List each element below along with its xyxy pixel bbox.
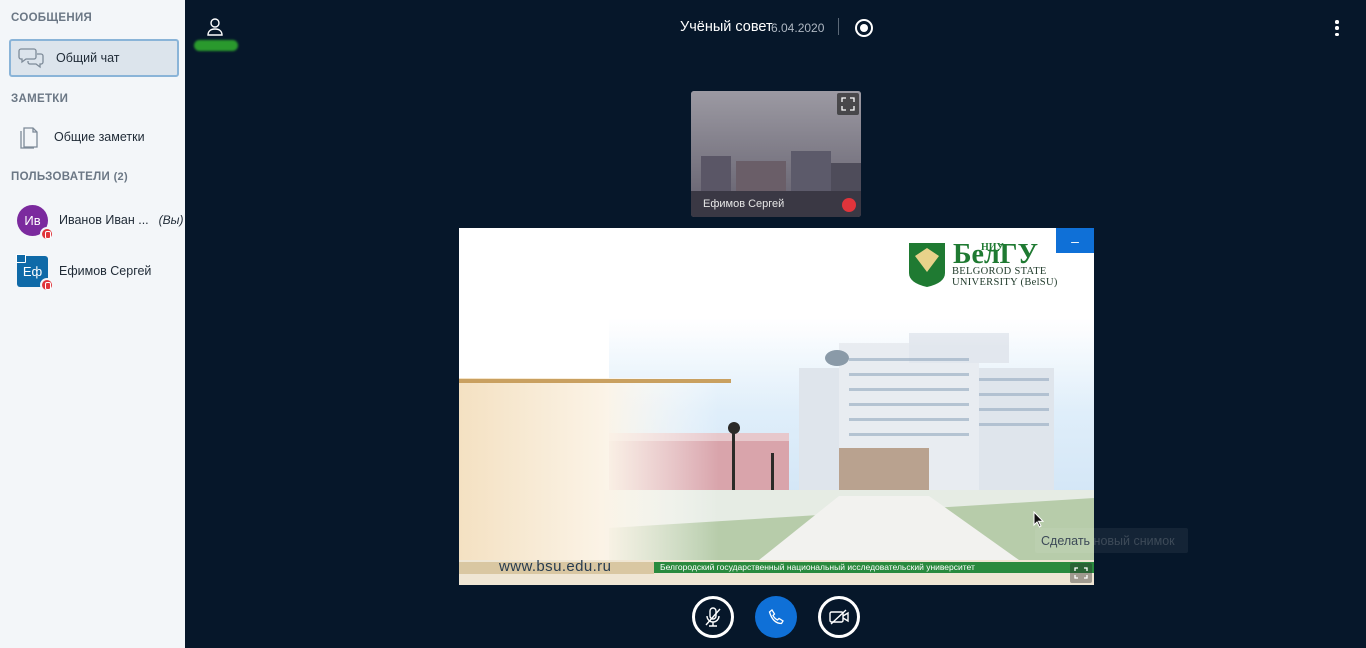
phone-icon	[768, 609, 784, 625]
presentation-slide[interactable]: БелГУ НИУ BELGOROD STATE UNIVERSITY (Bel…	[459, 228, 1094, 585]
users-title-text: ПОЛЬЗОВАТЕЛИ	[11, 171, 111, 183]
title-divider	[838, 18, 839, 35]
muted-mic-icon	[40, 226, 54, 241]
webcam-user-name: Ефимов Сергей	[703, 198, 785, 210]
mute-button[interactable]	[692, 596, 734, 638]
logo-subtitle-line1: BELGOROD STATE	[952, 266, 1047, 277]
snapshot-tooltip: Сделать новый снимок	[1035, 528, 1188, 553]
avatar: Ив	[17, 204, 54, 241]
user-name: Иванов Иван ...	[59, 213, 149, 227]
user-name: Ефимов Сергей	[59, 264, 152, 278]
sidebar: СООБЩЕНИЯ Общий чат ЗАМЕТКИ Общие заметк…	[0, 0, 185, 648]
muted-mic-icon	[842, 198, 856, 212]
meeting-date: 6.04.2020	[771, 21, 825, 35]
avatar-initials: Еф	[22, 263, 43, 279]
notes-section-title: ЗАМЕТКИ	[11, 93, 69, 105]
presenter-icon	[16, 253, 26, 263]
public-chat-label: Общий чат	[56, 51, 120, 65]
university-line: Белгородский государственный национальны…	[654, 562, 1094, 573]
shared-notes-label: Общие заметки	[54, 130, 145, 144]
minimize-presentation-button[interactable]: –	[1056, 228, 1094, 253]
slide-url: www.bsu.edu.ru	[499, 558, 612, 575]
users-section-title: ПОЛЬЗОВАТЕЛИ (2)	[11, 171, 128, 183]
meeting-title: Учёный совет	[680, 19, 773, 35]
leave-audio-button[interactable]	[755, 596, 797, 638]
user-list-toggle-icon[interactable]	[204, 16, 226, 38]
mic-off-icon	[705, 607, 721, 627]
highlight-mark	[194, 40, 238, 51]
webcam-button[interactable]	[818, 596, 860, 638]
fullscreen-icon[interactable]	[1070, 563, 1092, 583]
public-chat-item[interactable]: Общий чат	[9, 39, 179, 77]
logo-abbr: НИУ	[981, 242, 1004, 253]
user-row-ivanov[interactable]: Ив Иванов Иван ... (Вы)	[17, 203, 185, 241]
expand-icon[interactable]	[837, 93, 859, 115]
chat-icon	[11, 47, 51, 69]
logo-subtitle-line2: UNIVERSITY (BelSU)	[952, 277, 1058, 288]
avatar-initials: Ив	[24, 212, 41, 228]
record-icon[interactable]	[855, 19, 873, 37]
users-count: (2)	[113, 171, 128, 183]
logo-subtitle: BELGOROD STATE UNIVERSITY (BelSU)	[952, 266, 1058, 288]
video-off-icon	[829, 609, 849, 625]
user-row-efimov[interactable]: Еф Ефимов Сергей	[16, 253, 185, 292]
notes-icon	[9, 124, 49, 150]
options-menu-icon[interactable]	[1329, 18, 1345, 38]
avatar: Еф	[16, 253, 54, 292]
messages-section-title: СООБЩЕНИЯ	[11, 12, 93, 24]
cursor-icon	[1033, 511, 1045, 528]
shared-notes-item[interactable]: Общие заметки	[9, 118, 179, 156]
webcam-video[interactable]: Ефимов Сергей	[691, 91, 861, 217]
you-label: (Вы)	[158, 213, 184, 227]
muted-mic-icon	[40, 277, 54, 292]
